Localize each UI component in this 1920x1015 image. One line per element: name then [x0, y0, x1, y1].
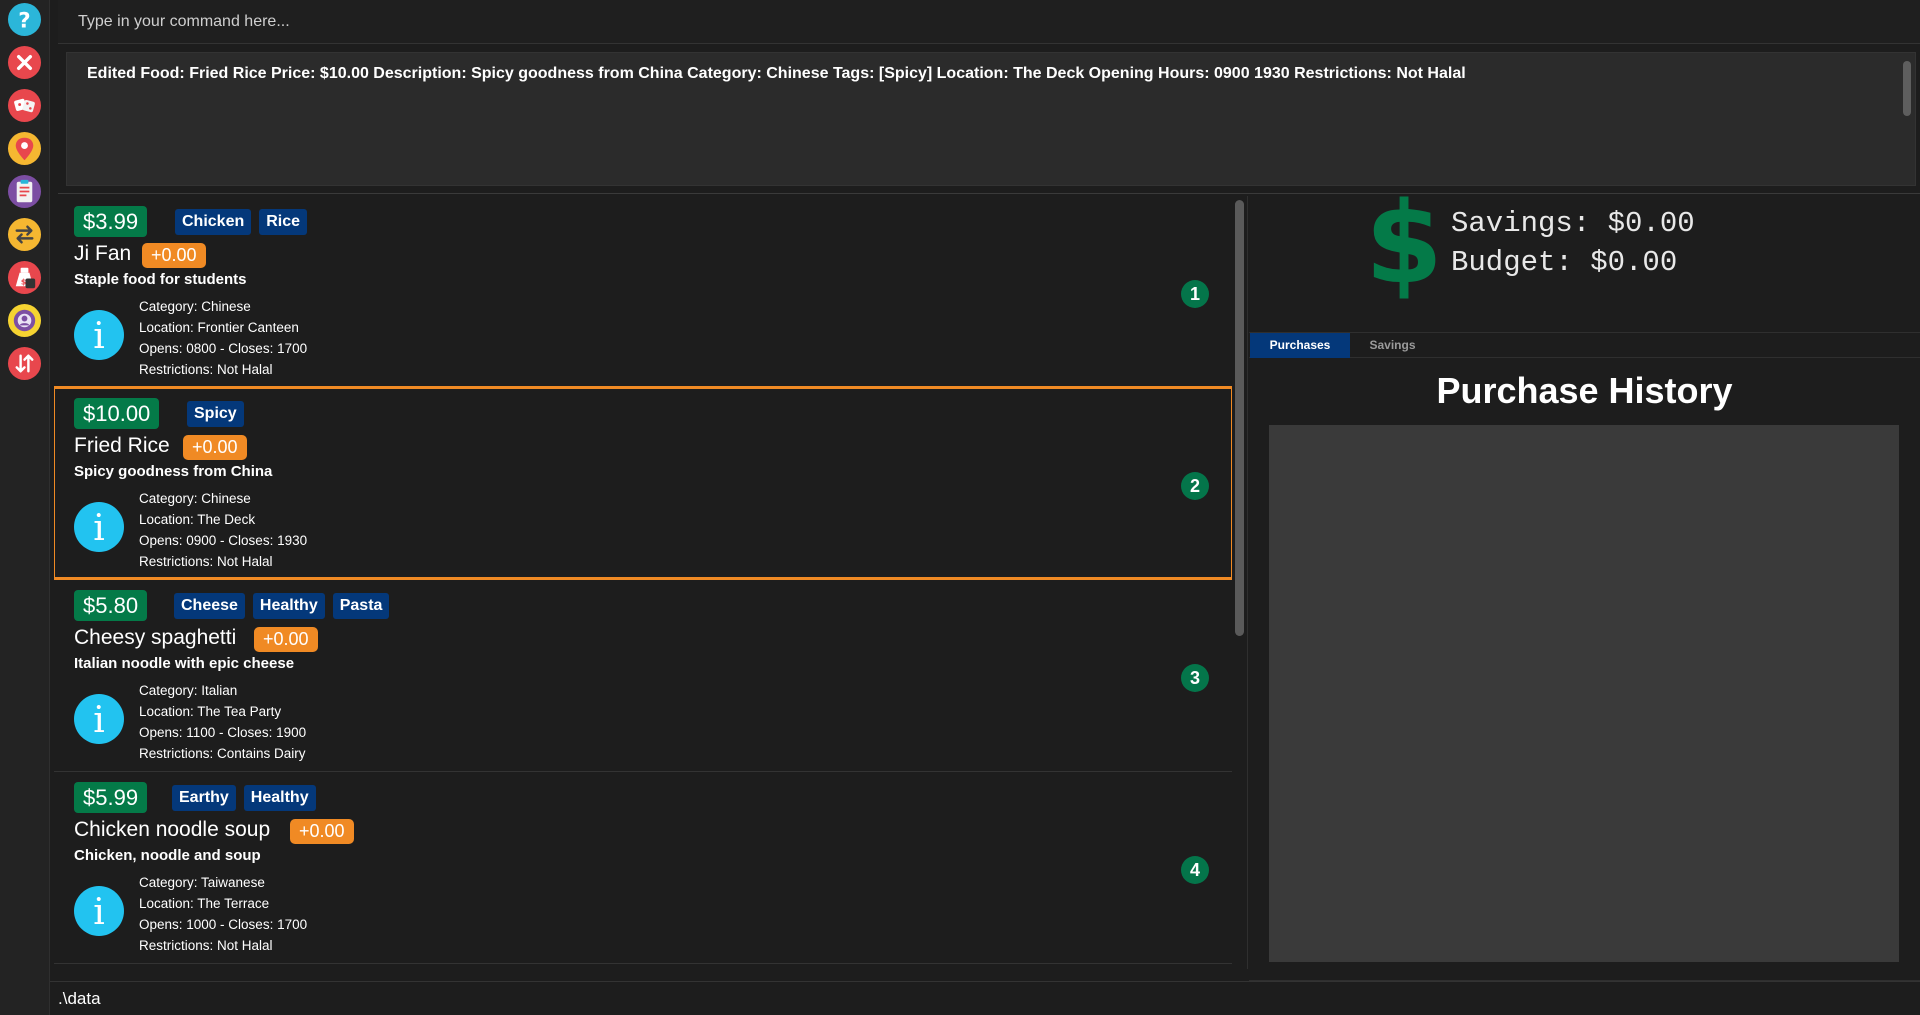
- result-display[interactable]: Edited Food: Fried Rice Price: $10.00 De…: [66, 52, 1916, 186]
- tag-list: Spicy: [187, 401, 244, 427]
- sidebar: ? $: [0, 0, 50, 1015]
- result-scrollbar[interactable]: [1903, 61, 1911, 116]
- wallet-panel: $ Savings: $0.00 Budget: $0.00 Purchases…: [1249, 188, 1920, 980]
- tag: Cheese: [174, 593, 245, 619]
- price-badge: $5.80: [74, 590, 148, 621]
- info-icon: i: [74, 886, 124, 936]
- food-restrictions: Restrictions: Not Halal: [139, 362, 273, 377]
- food-hours: Opens: 0800 - Closes: 1700: [139, 341, 308, 356]
- index-badge: 1: [1181, 280, 1209, 308]
- tab-purchases[interactable]: Purchases: [1250, 333, 1350, 358]
- tag: Earthy: [172, 785, 236, 811]
- index-badge: 2: [1181, 472, 1209, 500]
- svg-text:$: $: [21, 277, 26, 286]
- food-restrictions: Restrictions: Not Halal: [139, 938, 273, 953]
- tag: Pasta: [332, 593, 390, 619]
- info-icon: i: [74, 694, 124, 744]
- food-card-selected[interactable]: $10.00 Spicy Fried Rice +0.00 Spicy good…: [54, 386, 1232, 580]
- food-card[interactable]: $5.80 Cheese Healthy Pasta Cheesy spaghe…: [54, 580, 1232, 772]
- food-card[interactable]: $5.99 Earthy Healthy Chicken noodle soup…: [54, 772, 1232, 964]
- tag-list: Cheese Healthy Pasta: [174, 593, 390, 619]
- food-restrictions: Restrictions: Contains Dairy: [139, 746, 306, 761]
- food-category: Category: Italian: [139, 683, 238, 698]
- food-list-scrollbar[interactable]: [1232, 196, 1248, 969]
- food-hours: Opens: 1000 - Closes: 1700: [139, 917, 308, 932]
- food-name: Chicken noodle soup: [74, 818, 271, 841]
- command-input[interactable]: [58, 0, 1920, 43]
- food-name: Cheesy spaghetti: [74, 626, 237, 649]
- tag: Healthy: [243, 785, 316, 811]
- food-category: Category: Taiwanese: [139, 875, 265, 890]
- tag: Spicy: [187, 401, 244, 427]
- data-path: .\data: [58, 989, 101, 1008]
- app-window: ? $ Edited Food: Fried R: [0, 0, 1920, 1015]
- price-change-badge: +0.00: [142, 243, 206, 268]
- food-location: Location: The Deck: [139, 512, 256, 527]
- purchase-history-title: Purchase History: [1436, 370, 1733, 411]
- svg-text:i: i: [93, 316, 105, 357]
- index-badge: 4: [1181, 856, 1209, 884]
- command-box: [58, 0, 1920, 44]
- money-bag-icon[interactable]: $: [7, 260, 42, 295]
- food-name: Ji Fan: [74, 242, 132, 265]
- food-category: Category: Chinese: [139, 491, 251, 506]
- food-name: Fried Rice: [74, 434, 170, 457]
- index-badge: 3: [1181, 664, 1209, 692]
- tab-savings[interactable]: Savings: [1350, 333, 1435, 358]
- food-details: Category: Chinese Location: The Deck Ope…: [139, 488, 307, 572]
- svg-text:i: i: [93, 892, 105, 933]
- food-details: Category: Italian Location: The Tea Part…: [139, 680, 306, 764]
- food-restrictions: Restrictions: Not Halal: [139, 554, 273, 569]
- food-list-scrollbar-thumb[interactable]: [1235, 200, 1244, 636]
- food-description: Staple food for students: [74, 271, 247, 288]
- status-bar: .\data: [50, 981, 1920, 1015]
- location-pin-icon[interactable]: [7, 131, 42, 166]
- svg-text:?: ?: [18, 8, 30, 33]
- budget-label: Budget: $0.00: [1451, 246, 1678, 279]
- help-icon[interactable]: ?: [7, 2, 42, 37]
- price-change-badge: +0.00: [183, 435, 247, 460]
- tag: Rice: [259, 209, 308, 235]
- food-details: Category: Taiwanese Location: The Terrac…: [139, 872, 307, 956]
- food-description: Chicken, noodle and soup: [74, 847, 261, 864]
- wallet-summary: Savings: $0.00 Budget: $0.00: [1451, 204, 1695, 282]
- food-hours: Opens: 1100 - Closes: 1900: [139, 725, 307, 740]
- coin-icon[interactable]: [7, 303, 42, 338]
- price-badge: $10.00: [74, 398, 160, 429]
- swap-arrows-icon[interactable]: [7, 217, 42, 252]
- tag-list: Earthy Healthy: [172, 785, 316, 811]
- price-badge: $3.99: [74, 206, 148, 237]
- sort-icon[interactable]: [7, 346, 42, 381]
- food-details: Category: Chinese Location: Frontier Can…: [139, 296, 307, 380]
- tag: Healthy: [252, 593, 325, 619]
- purchase-history-list[interactable]: [1269, 425, 1899, 962]
- svg-text:i: i: [93, 700, 105, 741]
- exit-icon[interactable]: [7, 45, 42, 80]
- price-change-badge: +0.00: [290, 819, 354, 844]
- food-description: Spicy goodness from China: [74, 463, 273, 480]
- tab-bar: Purchases Savings: [1249, 332, 1920, 358]
- tag: Chicken: [175, 209, 252, 235]
- savings-label: Savings: $0.00: [1451, 207, 1695, 240]
- result-text: Edited Food: Fried Rice Price: $10.00 De…: [87, 65, 1466, 82]
- dice-icon[interactable]: [7, 88, 42, 123]
- result-display-container: Edited Food: Fried Rice Price: $10.00 De…: [58, 44, 1920, 194]
- food-hours: Opens: 0900 - Closes: 1930: [139, 533, 308, 548]
- food-location: Location: Frontier Canteen: [139, 320, 299, 335]
- price-badge: $5.99: [74, 782, 148, 813]
- info-icon: i: [74, 502, 124, 552]
- food-description: Italian noodle with epic cheese: [74, 655, 295, 672]
- svg-text:i: i: [93, 508, 105, 549]
- food-location: Location: The Tea Party: [139, 704, 282, 719]
- food-location: Location: The Terrace: [139, 896, 270, 911]
- food-card[interactable]: $3.99 Chicken Rice Ji Fan +0.00 Staple f…: [54, 196, 1232, 388]
- dollar-icon: $: [1365, 179, 1443, 309]
- price-change-badge: +0.00: [254, 627, 318, 652]
- info-icon: i: [74, 310, 124, 360]
- clipboard-icon[interactable]: [7, 174, 42, 209]
- food-list[interactable]: $3.99 Chicken Rice Ji Fan +0.00 Staple f…: [54, 196, 1232, 969]
- food-category: Category: Chinese: [139, 299, 251, 314]
- tag-list: Chicken Rice: [175, 209, 308, 235]
